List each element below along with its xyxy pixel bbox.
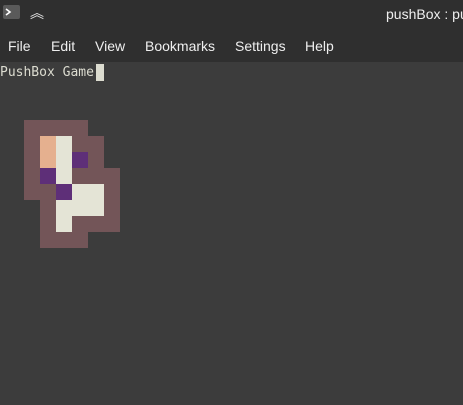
wall-tile [40, 120, 56, 136]
floor-tile [56, 136, 72, 152]
wall-tile [104, 184, 120, 200]
wall-tile [40, 232, 56, 248]
text-cursor [96, 64, 104, 81]
box-tile [56, 184, 72, 200]
menu-view[interactable]: View [95, 38, 125, 54]
menu-bar: File Edit View Bookmarks Settings Help [0, 31, 463, 62]
wall-tile [40, 184, 56, 200]
wall-tile [88, 136, 104, 152]
menu-bookmarks[interactable]: Bookmarks [145, 38, 215, 54]
keep-above-chevron-icon[interactable]: ︽ [28, 5, 46, 23]
wall-tile [88, 216, 104, 232]
floor-tile [56, 168, 72, 184]
box-tile [40, 168, 56, 184]
wall-tile [56, 120, 72, 136]
floor-tile [88, 200, 104, 216]
player-tile [40, 152, 56, 168]
floor-tile [88, 184, 104, 200]
floor-tile [72, 200, 88, 216]
wall-tile [104, 216, 120, 232]
menu-settings[interactable]: Settings [235, 38, 286, 54]
floor-tile [56, 200, 72, 216]
wall-tile [24, 120, 40, 136]
wall-tile [24, 152, 40, 168]
wall-tile [40, 216, 56, 232]
floor-tile [72, 184, 88, 200]
box-tile [72, 152, 88, 168]
menu-file[interactable]: File [8, 38, 31, 54]
terminal-app-icon [3, 5, 20, 19]
wall-tile [72, 136, 88, 152]
terminal-output-line: PushBox Game [0, 65, 94, 80]
floor-tile [56, 152, 72, 168]
wall-tile [24, 136, 40, 152]
wall-tile [104, 200, 120, 216]
terminal-area[interactable]: PushBox Game [0, 62, 463, 405]
wall-tile [72, 216, 88, 232]
menu-edit[interactable]: Edit [51, 38, 75, 54]
wall-tile [104, 168, 120, 184]
wall-tile [72, 120, 88, 136]
wall-tile [88, 152, 104, 168]
window-title: pushBox : pu [386, 6, 463, 22]
player-tile [40, 136, 56, 152]
wall-tile [40, 200, 56, 216]
menu-help[interactable]: Help [305, 38, 334, 54]
wall-tile [88, 168, 104, 184]
floor-tile [56, 216, 72, 232]
wall-tile [56, 232, 72, 248]
wall-tile [24, 168, 40, 184]
wall-tile [72, 232, 88, 248]
title-bar: ︽ pushBox : pu [0, 0, 463, 31]
wall-tile [72, 168, 88, 184]
wall-tile [24, 184, 40, 200]
